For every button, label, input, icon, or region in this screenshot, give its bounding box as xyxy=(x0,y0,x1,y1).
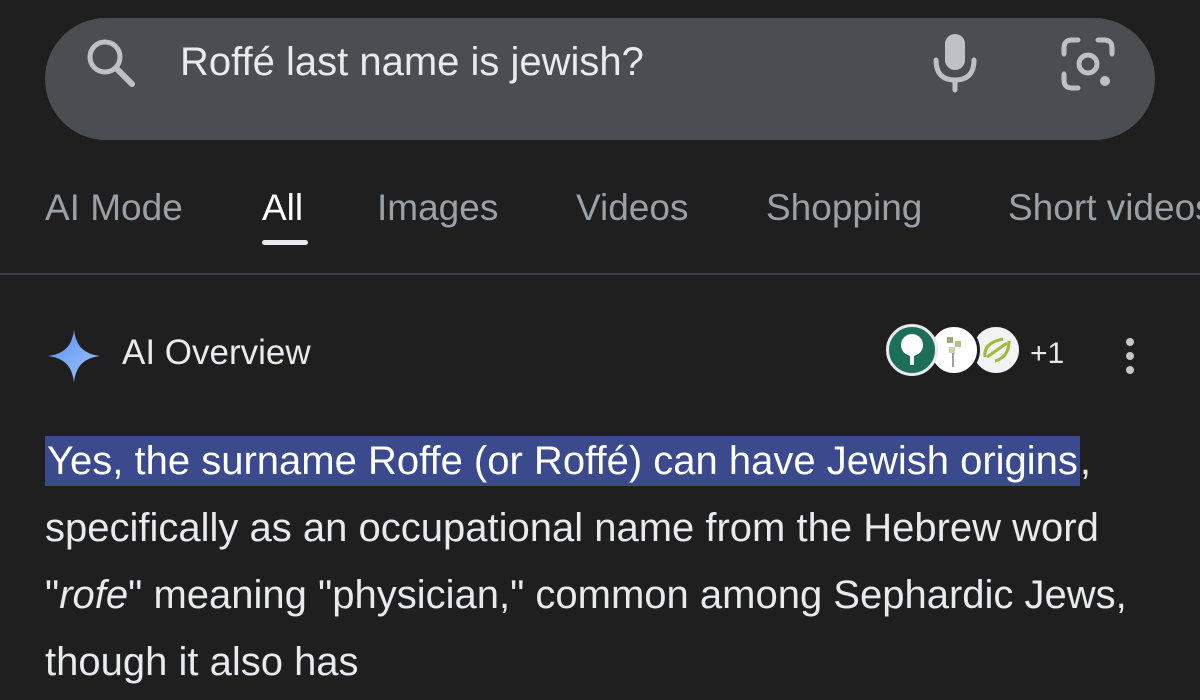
ai-overview-header: AI Overview +1 xyxy=(0,318,1200,390)
active-tab-indicator xyxy=(262,240,308,245)
tree-icon xyxy=(901,334,923,365)
microphone-icon[interactable] xyxy=(928,30,982,94)
search-results-page: Roffé last name is jewish? AI Mode All I… xyxy=(0,0,1200,700)
answer-italic-word: rofe xyxy=(59,573,129,617)
search-icon[interactable] xyxy=(82,34,140,92)
tab-shopping[interactable]: Shopping xyxy=(766,186,922,230)
tab-images[interactable]: Images xyxy=(377,186,498,230)
google-lens-icon[interactable] xyxy=(1058,34,1118,94)
search-tabs: AI Mode All Images Videos Shopping Short… xyxy=(0,170,1200,275)
search-input[interactable]: Roffé last name is jewish? xyxy=(180,38,644,86)
answer-text-2: " meaning "physician," common among Seph… xyxy=(45,573,1127,684)
sparkle-icon xyxy=(48,330,100,382)
ai-overview-title: AI Overview xyxy=(122,333,311,372)
source-avatar-tree[interactable] xyxy=(886,324,938,376)
highlighted-answer: Yes, the surname Roffe (or Roffé) can ha… xyxy=(45,436,1080,486)
tab-short-videos[interactable]: Short videos xyxy=(1008,186,1200,230)
tab-ai-mode[interactable]: AI Mode xyxy=(45,186,183,230)
tab-all[interactable]: All xyxy=(262,186,303,230)
ai-overview-text: Yes, the surname Roffe (or Roffé) can ha… xyxy=(45,428,1185,696)
tab-videos[interactable]: Videos xyxy=(576,186,688,230)
more-options-icon[interactable] xyxy=(1118,336,1142,376)
more-sources-count[interactable]: +1 xyxy=(1030,336,1064,372)
